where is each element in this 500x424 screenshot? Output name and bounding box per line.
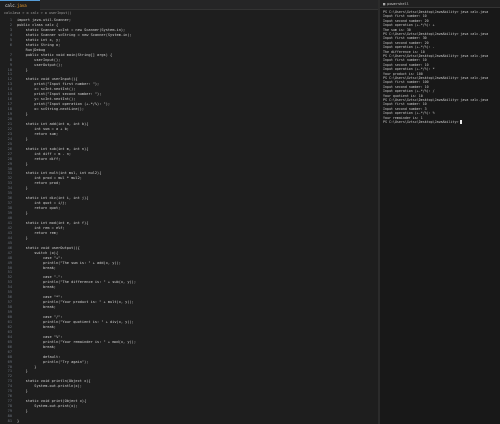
tab-extension: .java: [14, 3, 27, 8]
terminal-icon: ▣: [383, 2, 386, 6]
terminal-text: Input second number: 10: [383, 84, 429, 89]
terminal-text: Input operation (+-*/%): +: [383, 23, 435, 28]
terminal-text: Input first number: 30: [383, 36, 427, 41]
terminal-text: Input first number: 10: [383, 102, 427, 107]
editor-tab-bar: calc.java: [0, 0, 378, 10]
terminal-text: PS C:\Users\Xvtsc\Desktop\JavaAbility> j…: [383, 10, 489, 14]
terminal-text: PS C:\Users\Xvtsc\Desktop\JavaAbility> j…: [383, 98, 489, 102]
code-line[interactable]: 81}: [0, 419, 378, 424]
line-number: 81: [7, 418, 12, 423]
terminal-text: Input second number: 3: [383, 106, 427, 111]
terminal-text: Input second number: 10: [383, 62, 429, 67]
terminal-text: Input first number: 10: [383, 58, 427, 63]
terminal-line: PS C:\Users\Xvtsc\Desktop\JavaAbility>: [383, 120, 463, 124]
terminal-text: The difference is: 10: [383, 49, 425, 54]
terminal-text: Input operation (+-*/%): -: [383, 45, 435, 50]
terminal-tab-label: powershell: [387, 2, 409, 6]
terminal-text: Your quotient is: 10: [383, 93, 423, 98]
terminal-text: Input first number: 100: [383, 80, 429, 85]
terminal-text: PS C:\Users\Xvtsc\Desktop\JavaAbility> j…: [383, 76, 489, 80]
breadcrumb[interactable]: calcJava > ⚙ calc > ⚙ userInput(): [0, 10, 378, 17]
terminal-text: Input operation (+-*/%): *: [383, 67, 435, 72]
terminal-text: Input second number: 20: [383, 40, 429, 45]
code-editor[interactable]: 1 import java.util.Scanner; 2 public class …: [0, 17, 378, 424]
tab-label: calc: [5, 3, 15, 8]
terminal-text: Input second number: 20: [383, 18, 429, 23]
terminal-text: The sum is: 30: [383, 27, 411, 32]
terminal-panel[interactable]: ▣ powershell PS C:\Users\Xvtsc\Desktop\Ja…: [380, 0, 500, 424]
terminal-tab-powershell[interactable]: ▣ powershell: [383, 0, 409, 8]
terminal-text: PS C:\Users\Xvtsc\Desktop\JavaAbility>: [383, 120, 461, 124]
terminal-text: Input operation (+-*/%): %: [383, 111, 435, 116]
terminal-cursor: [460, 120, 463, 124]
terminal-text: Your product is: 100: [383, 71, 423, 76]
tab-calc-java[interactable]: calc.java: [0, 0, 40, 10]
terminal-text: Input operation (+-*/%): /: [383, 89, 435, 94]
terminal-text: PS C:\Users\Xvtsc\Desktop\JavaAbility> j…: [383, 32, 489, 36]
terminal-text: Your remainder is: 1: [383, 115, 423, 120]
terminal-text: Input first number: 10: [383, 14, 427, 19]
terminal-tab-bar: ▣ powershell: [380, 0, 500, 8]
terminal-text: PS C:\Users\Xvtsc\Desktop\JavaAbility> j…: [383, 54, 489, 58]
code-text: }: [17, 418, 20, 423]
